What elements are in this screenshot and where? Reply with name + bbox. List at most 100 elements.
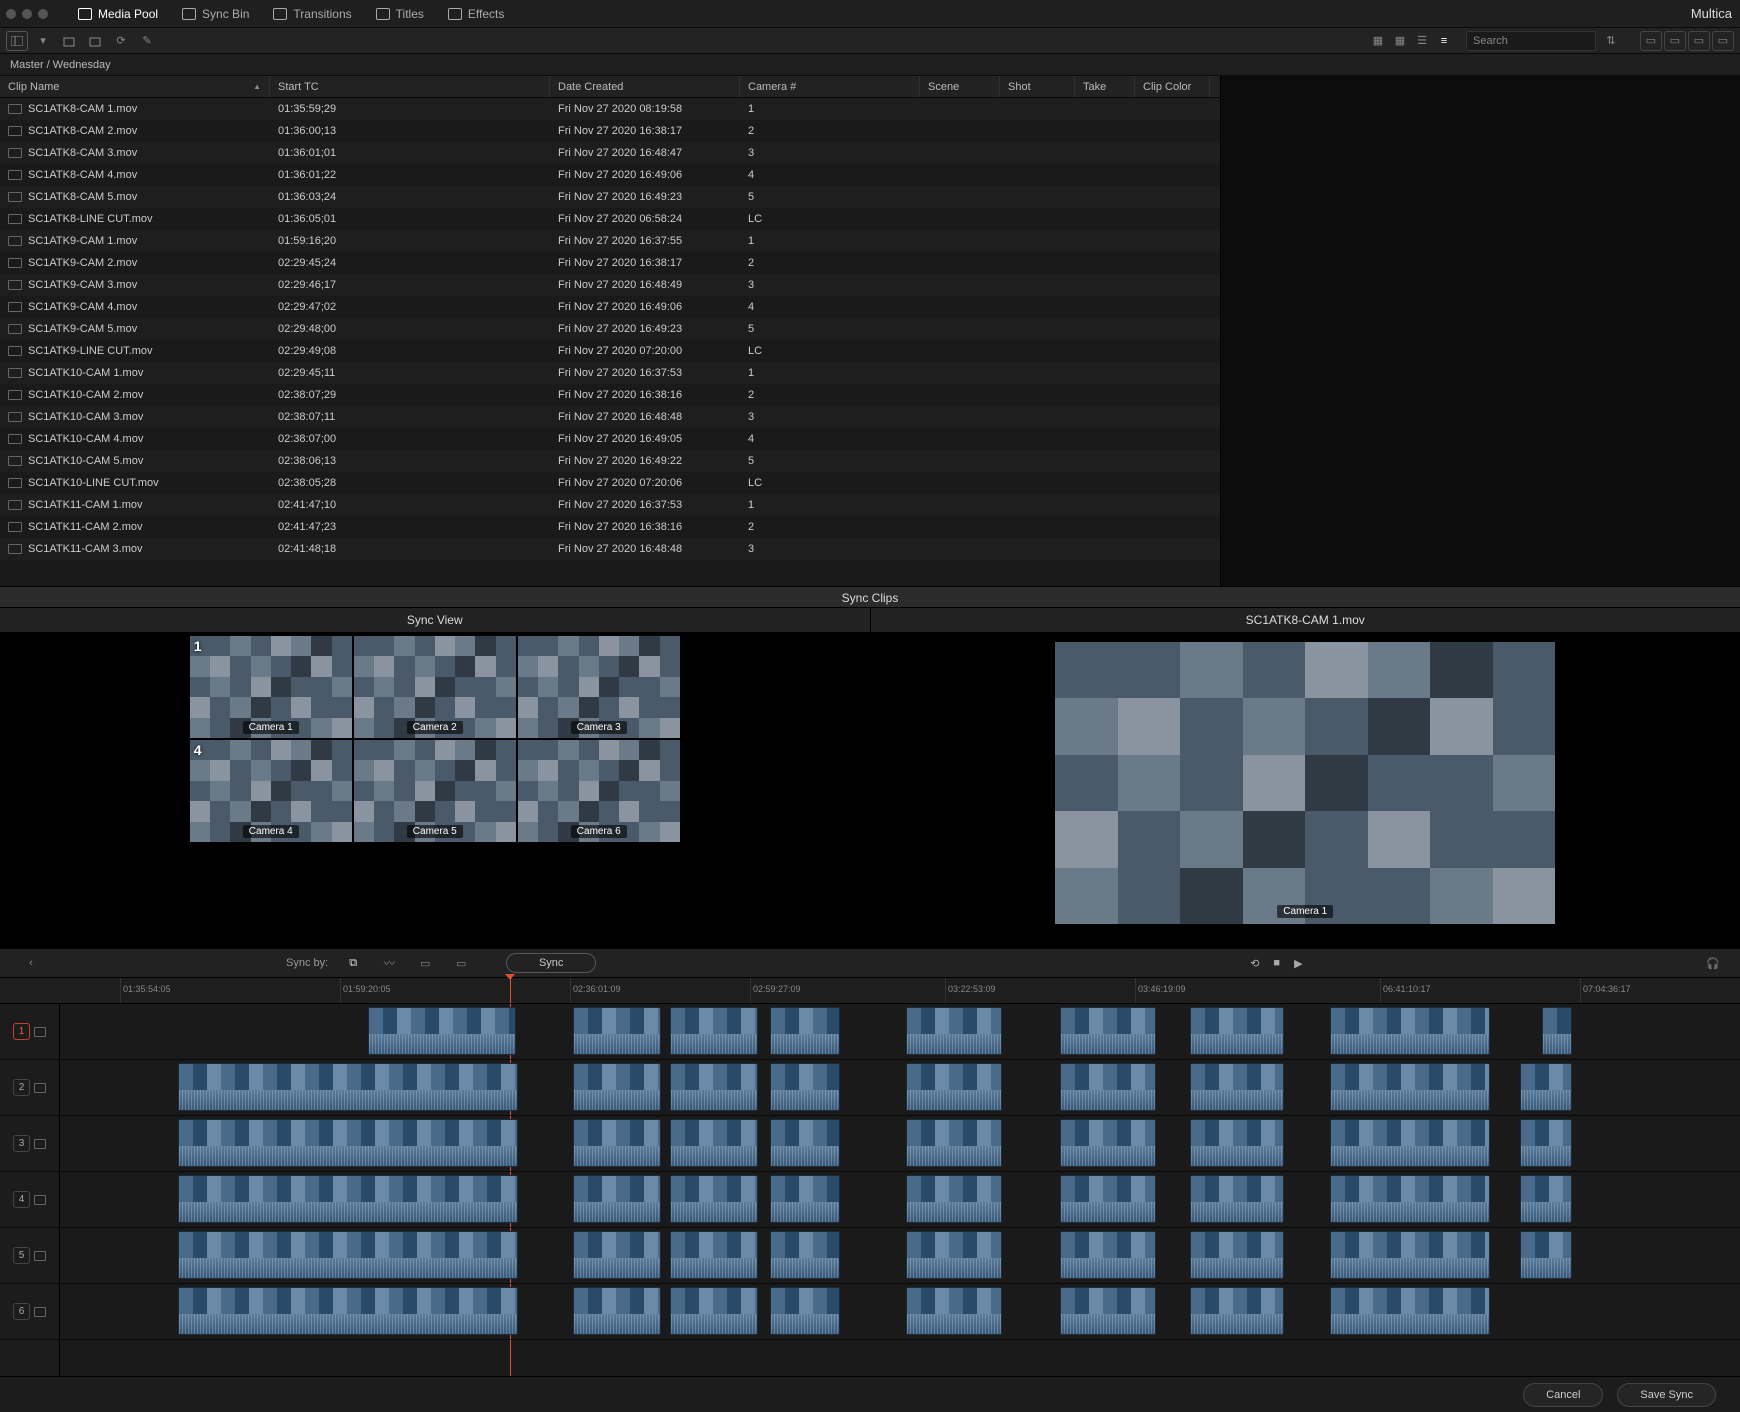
timeline-clip[interactable] [573,1119,661,1167]
track-header-4[interactable]: 4 [0,1172,59,1228]
playhead[interactable] [510,978,511,1003]
timeline-clip[interactable] [1330,1175,1490,1223]
sort-options-icon[interactable]: ⇅ [1600,31,1622,51]
timeline-clip[interactable] [178,1175,518,1223]
timeline-clip[interactable] [1520,1175,1572,1223]
timeline-clip[interactable] [906,1175,1002,1223]
table-row[interactable]: SC1ATK8-CAM 2.mov01:36:00;13Fri Nov 27 2… [0,120,1220,142]
timeline-clip[interactable] [1330,1231,1490,1279]
timeline-clip[interactable] [1060,1119,1156,1167]
timeline-clip[interactable] [1542,1007,1572,1055]
col-take[interactable]: Take [1075,76,1135,97]
timeline-clip[interactable] [1190,1063,1284,1111]
col-camera[interactable]: Camera # [740,76,920,97]
table-row[interactable]: SC1ATK8-LINE CUT.mov01:36:05;01Fri Nov 2… [0,208,1220,230]
camera-tile[interactable]: 1Camera 1 [190,636,352,738]
timeline-clip[interactable] [906,1119,1002,1167]
track-header-2[interactable]: 2 [0,1060,59,1116]
sidebar-toggle-icon[interactable] [6,31,28,51]
table-row[interactable]: SC1ATK10-CAM 5.mov02:38:06;13Fri Nov 27 … [0,450,1220,472]
timeline-clip[interactable] [1190,1175,1284,1223]
track-row[interactable] [60,1060,1740,1116]
solo-camera-view[interactable]: Camera 1 [1055,642,1555,924]
timeline-clip[interactable] [1190,1007,1284,1055]
viewer-dual-icon[interactable]: ▭ [1664,31,1686,51]
wand-icon[interactable]: ✎ [136,31,158,51]
timeline-clip[interactable] [1520,1119,1572,1167]
timeline-clip[interactable] [1520,1231,1572,1279]
table-row[interactable]: SC1ATK8-CAM 5.mov01:36:03;24Fri Nov 27 2… [0,186,1220,208]
timeline-clip[interactable] [670,1231,758,1279]
track-row[interactable] [60,1004,1740,1060]
timeline-clip[interactable] [1330,1119,1490,1167]
stop-icon[interactable]: ■ [1273,957,1280,970]
table-row[interactable]: SC1ATK11-CAM 1.mov02:41:47;10Fri Nov 27 … [0,494,1220,516]
col-shot[interactable]: Shot [1000,76,1075,97]
table-row[interactable]: SC1ATK9-CAM 5.mov02:29:48;00Fri Nov 27 2… [0,318,1220,340]
table-row[interactable]: SC1ATK9-CAM 3.mov02:29:46;17Fri Nov 27 2… [0,274,1220,296]
col-clip-name[interactable]: Clip Name [0,76,270,97]
timeline-clip[interactable] [1060,1007,1156,1055]
timeline-clip[interactable] [1190,1119,1284,1167]
table-row[interactable]: SC1ATK9-CAM 2.mov02:29:45;24Fri Nov 27 2… [0,252,1220,274]
timeline-clip[interactable] [770,1231,840,1279]
camera-tile[interactable]: Camera 6 [518,740,680,842]
table-row[interactable]: SC1ATK8-CAM 1.mov01:35:59;29Fri Nov 27 2… [0,98,1220,120]
timeline-clip[interactable] [178,1287,518,1335]
sync-by-timecode-icon[interactable]: ⧉ [342,953,364,973]
timeline-clip[interactable] [368,1007,516,1055]
timeline-clip[interactable] [1060,1175,1156,1223]
track-row[interactable] [60,1284,1740,1340]
timeline-clip[interactable] [906,1007,1002,1055]
table-row[interactable]: SC1ATK8-CAM 4.mov01:36:01;22Fri Nov 27 2… [0,164,1220,186]
timeline-clip[interactable] [670,1063,758,1111]
track-row[interactable] [60,1172,1740,1228]
camera-tile[interactable]: Camera 5 [354,740,516,842]
viewer-audio-icon[interactable]: ▭ [1688,31,1710,51]
cancel-button[interactable]: Cancel [1523,1383,1603,1407]
timeline-clip[interactable] [906,1287,1002,1335]
sync-by-audio-icon[interactable]: 〰 [378,953,400,973]
sync-button[interactable]: Sync [506,953,596,973]
col-date-created[interactable]: Date Created [550,76,740,97]
timeline-clip[interactable] [573,1231,661,1279]
sync-by-out-icon[interactable]: ▭ [450,953,472,973]
loop-playback-icon[interactable]: ⟲ [1250,957,1259,970]
timeline-clip[interactable] [1330,1007,1490,1055]
viewer-full-icon[interactable]: ▭ [1712,31,1734,51]
track-header-5[interactable]: 5 [0,1228,59,1284]
table-row[interactable]: SC1ATK11-CAM 3.mov02:41:48;18Fri Nov 27 … [0,538,1220,560]
timeline-clip[interactable] [1190,1231,1284,1279]
track-header-6[interactable]: 6 [0,1284,59,1340]
timeline-clip[interactable] [573,1063,661,1111]
table-row[interactable]: SC1ATK9-LINE CUT.mov02:29:49;08Fri Nov 2… [0,340,1220,362]
timeline-clip[interactable] [770,1007,840,1055]
timeline-clip[interactable] [178,1119,518,1167]
col-clip-color[interactable]: Clip Color [1135,76,1210,97]
strip-view-icon[interactable]: ☰ [1412,32,1432,50]
track-header-3[interactable]: 3 [0,1116,59,1172]
timeline-clip[interactable] [670,1287,758,1335]
tab-transitions[interactable]: Transitions [261,0,363,28]
timeline-clip[interactable] [1330,1063,1490,1111]
timeline-clip[interactable] [906,1231,1002,1279]
timeline-clip[interactable] [770,1119,840,1167]
table-row[interactable]: SC1ATK8-CAM 3.mov01:36:01;01Fri Nov 27 2… [0,142,1220,164]
metadata-view-icon[interactable]: ▦ [1368,32,1388,50]
timeline-clip[interactable] [573,1287,661,1335]
timeline-clip[interactable] [1330,1287,1490,1335]
track-row[interactable] [60,1228,1740,1284]
list-view-icon[interactable]: ≡ [1434,32,1454,50]
breadcrumb[interactable]: Master / Wednesday [0,54,1740,76]
timeline-clip[interactable] [670,1119,758,1167]
table-row[interactable]: SC1ATK10-CAM 2.mov02:38:07;29Fri Nov 27 … [0,384,1220,406]
timeline-clip[interactable] [178,1231,518,1279]
track-row[interactable] [60,1116,1740,1172]
sync-by-in-icon[interactable]: ▭ [414,953,436,973]
track-header-1[interactable]: 1 [0,1004,59,1060]
search-input[interactable]: Search [1466,31,1596,51]
timeline-clip[interactable] [1060,1063,1156,1111]
import-folder-icon[interactable] [84,31,106,51]
import-icon[interactable] [58,31,80,51]
timeline-clip[interactable] [1060,1287,1156,1335]
